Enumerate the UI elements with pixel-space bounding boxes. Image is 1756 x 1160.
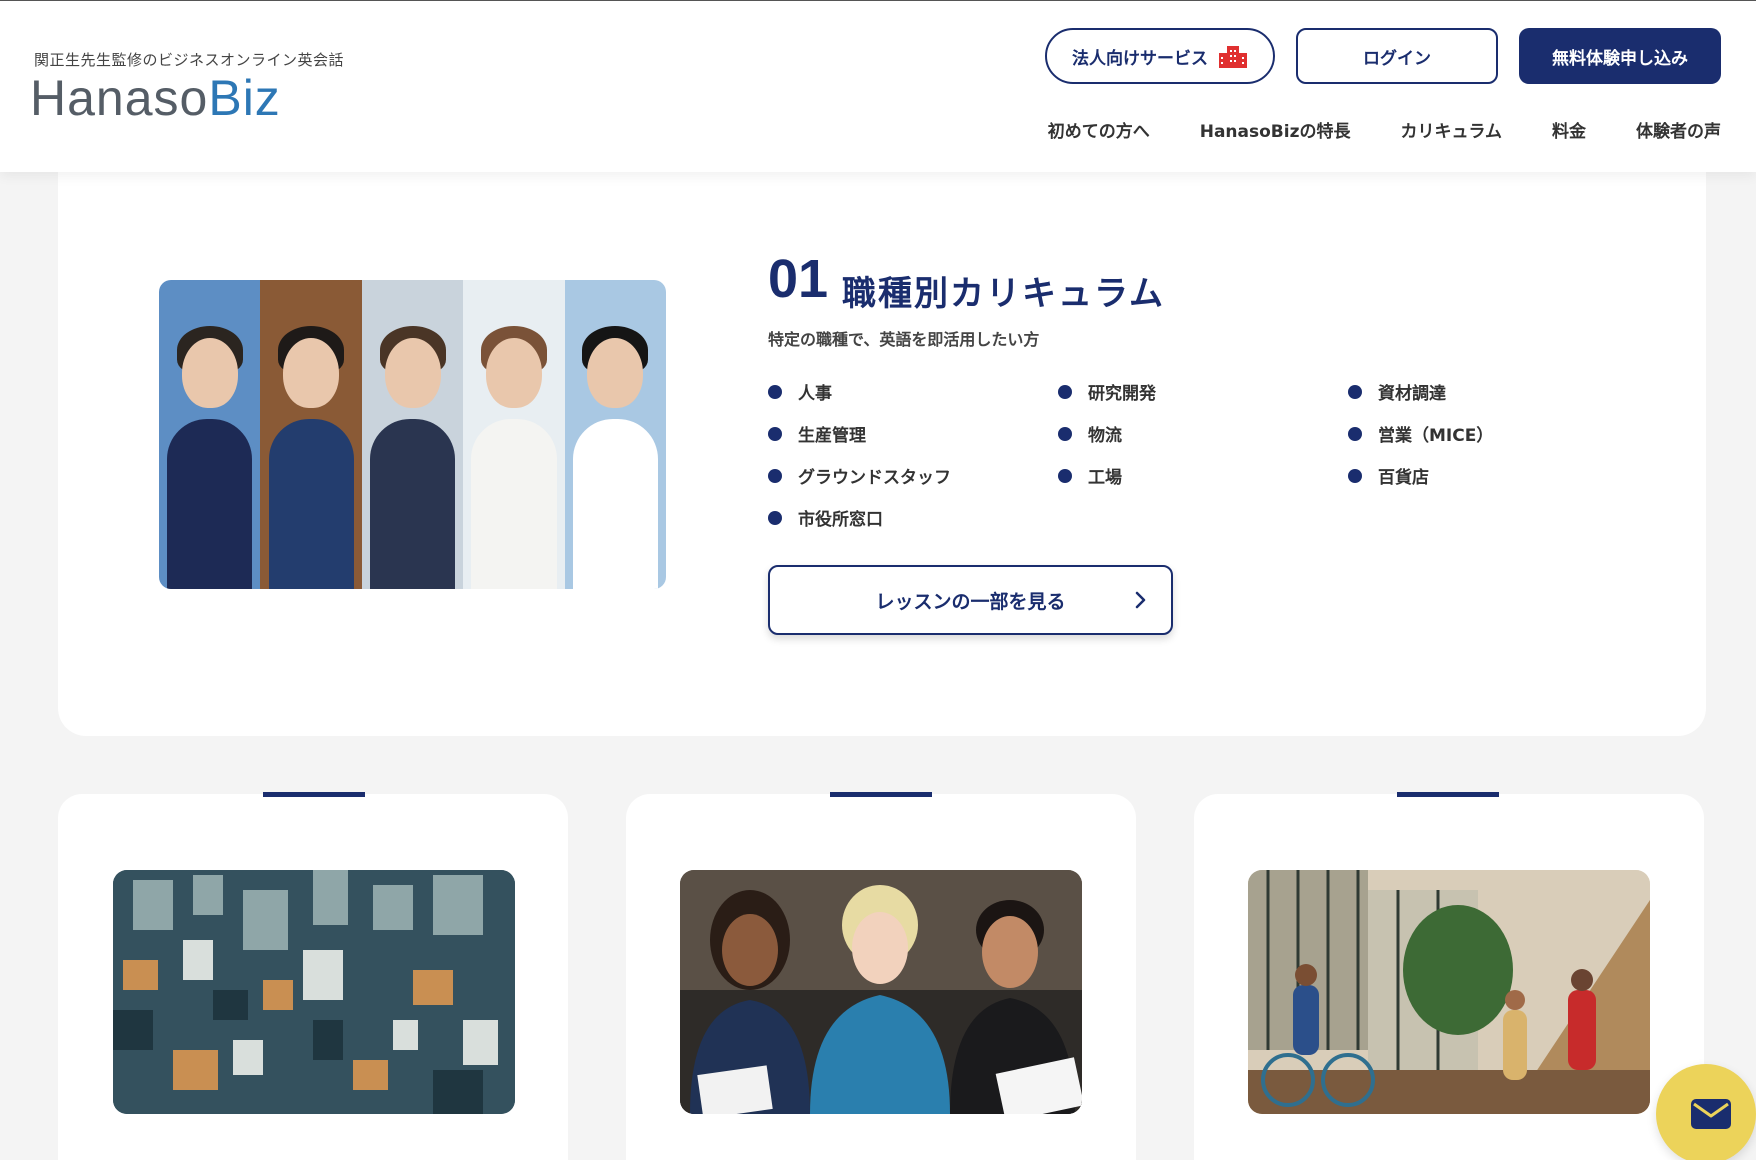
bullet-icon [768, 426, 782, 441]
building-icon [1219, 46, 1247, 68]
list-item: 生産管理 [768, 422, 1058, 446]
contact-chat-button[interactable] [1656, 1064, 1756, 1160]
nav-item-testimonials[interactable]: 体験者の声 [1636, 117, 1721, 142]
bullet-icon [1058, 468, 1072, 483]
logo-part-hanaso: Hanaso [30, 70, 209, 126]
bullet-icon [768, 510, 782, 525]
chevron-right-icon [1135, 591, 1146, 609]
business-people-image [680, 870, 1082, 1114]
bullet-icon [1348, 426, 1362, 441]
course-subtitle: 特定の職種で、英語を即活用したい方 [768, 330, 1040, 349]
login-button[interactable]: ログイン [1296, 28, 1498, 84]
bullet-icon [1058, 384, 1072, 399]
logo[interactable]: HanasoBiz [30, 73, 281, 123]
city-buildings-graphic [113, 870, 515, 1114]
course-number: 01 [768, 249, 829, 309]
photo-strip-doctor [564, 280, 666, 589]
job-label: 市役所窓口 [798, 510, 883, 530]
job-label: 工場 [1088, 468, 1122, 488]
city-aerial-image [113, 870, 515, 1114]
list-item: 営業（MICE） [1348, 422, 1498, 446]
free-trial-button[interactable]: 無料体験申し込み [1519, 28, 1721, 84]
job-label: 生産管理 [798, 426, 866, 446]
card-accent-bar [830, 792, 932, 797]
view-lesson-label: レッスンの一部を見る [875, 590, 1066, 613]
bullet-icon [768, 468, 782, 483]
job-label: 研究開発 [1088, 384, 1156, 404]
job-label: 百貨店 [1378, 468, 1429, 488]
logo-part-biz: Biz [208, 70, 281, 126]
photo-strip-receptionist [361, 280, 464, 589]
site-header: 関正生先生監修のビジネスオンライン英会話 HanasoBiz 法人向けサービス … [0, 0, 1756, 172]
card-accent-bar [1397, 792, 1499, 797]
bullet-icon [1348, 384, 1362, 399]
course-title: 職種別カリキュラム [842, 274, 1165, 314]
tagline: 関正生先生監修のビジネスオンライン英会話 [34, 51, 345, 69]
list-item: 人事 [768, 380, 1058, 404]
office-space-image [1248, 870, 1650, 1114]
main-nav: 初めての方へ HanasoBizの特長 カリキュラム 料金 体験者の声 [1048, 117, 1721, 142]
people-graphic [680, 870, 1082, 1114]
envelope-icon [1691, 1099, 1731, 1129]
list-item: 資材調達 [1348, 380, 1498, 404]
job-list: 人事 研究開発 資材調達 生産管理 物流 営業（MICE） グラウンドスタッフ … [768, 380, 1498, 530]
job-label: 人事 [798, 384, 832, 404]
job-label: 物流 [1088, 426, 1122, 446]
list-item: 研究開発 [1058, 380, 1348, 404]
card-accent-bar [263, 792, 365, 797]
bullet-icon [1058, 426, 1072, 441]
corporate-service-button[interactable]: 法人向けサービス [1045, 28, 1275, 84]
view-lesson-button[interactable]: レッスンの一部を見る [768, 565, 1173, 635]
nav-item-pricing[interactable]: 料金 [1552, 117, 1586, 142]
job-label: 資材調達 [1378, 384, 1446, 404]
photo-strip-factory-worker [260, 280, 362, 589]
nav-item-curriculum[interactable]: カリキュラム [1401, 117, 1503, 142]
job-label: 営業（MICE） [1378, 426, 1494, 446]
corporate-service-label: 法人向けサービス [1072, 48, 1208, 69]
list-item: 百貨店 [1348, 464, 1498, 488]
list-item: 物流 [1058, 422, 1348, 446]
list-item: グラウンドスタッフ [768, 464, 1058, 488]
nav-item-first-time[interactable]: 初めての方へ [1048, 117, 1150, 142]
list-item: 工場 [1058, 464, 1348, 488]
bullet-icon [768, 384, 782, 399]
list-item: 市役所窓口 [768, 506, 1058, 530]
photo-strip-office-worker [463, 280, 565, 589]
nav-item-features[interactable]: HanasoBizの特長 [1200, 117, 1351, 142]
bullet-icon [1348, 468, 1362, 483]
photo-strip-businessman [159, 280, 261, 589]
office-graphic [1248, 870, 1650, 1114]
job-label: グラウンドスタッフ [798, 468, 951, 488]
occupations-photo [159, 280, 666, 589]
